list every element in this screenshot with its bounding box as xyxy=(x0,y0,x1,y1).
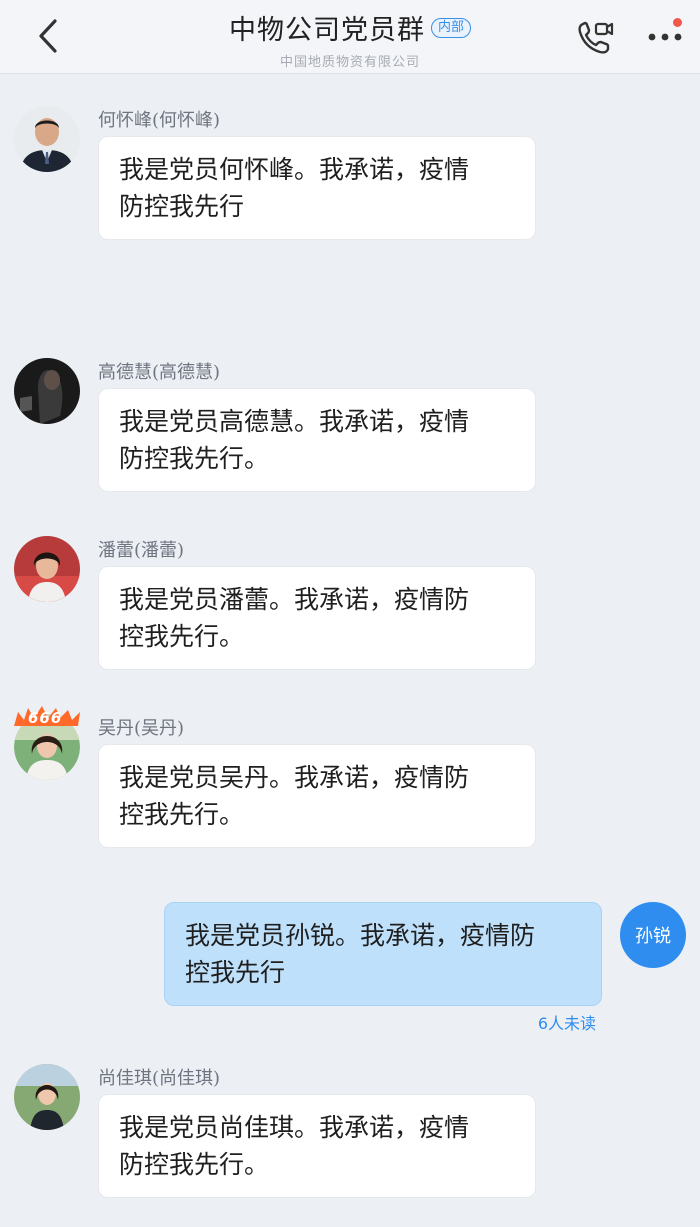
sender-name: 高德慧(高德慧) xyxy=(98,362,221,383)
phone-video-icon xyxy=(578,21,614,54)
self-avatar[interactable]: 孙锐 xyxy=(620,902,686,968)
avatar-badge: 666 xyxy=(12,706,82,728)
avatar[interactable] xyxy=(14,358,80,424)
more-dots-icon xyxy=(648,33,682,41)
message-bubble[interactable]: 我是党员潘蕾。我承诺，疫情防 控我先行。 xyxy=(98,566,536,670)
message-bubble[interactable]: 我是党员高德慧。我承诺，疫情 防控我先行。 xyxy=(98,388,536,492)
message-text: 控我先行。 xyxy=(119,800,245,829)
call-button[interactable] xyxy=(572,16,618,58)
message-text: 我是党员潘蕾。我承诺，疫情防 xyxy=(119,585,470,614)
message-text: 防控我先行。 xyxy=(119,444,270,473)
chat-title: 中物公司党员群 xyxy=(228,15,425,46)
sender-name: 尚佳琪(尚佳琪) xyxy=(98,1068,221,1089)
chat-screen: 中物公司党员群 内部 中国地质物资有限公司 何怀峰(何怀峰) 我是党员何怀峰。我… xyxy=(0,0,700,1227)
message-text: 防控我先行。 xyxy=(119,1150,270,1179)
chat-header: 中物公司党员群 内部 中国地质物资有限公司 xyxy=(0,0,700,74)
message-text: 防控我先行 xyxy=(119,192,245,221)
message-bubble[interactable]: 我是党员何怀峰。我承诺，疫情 防控我先行 xyxy=(98,136,536,240)
sender-name: 潘蕾(潘蕾) xyxy=(98,540,185,561)
message-text: 我是党员吴丹。我承诺，疫情防 xyxy=(119,763,470,792)
message-text: 控我先行 xyxy=(185,958,286,987)
message-bubble[interactable]: 我是党员尚佳琪。我承诺，疫情 防控我先行。 xyxy=(98,1094,536,1198)
notification-dot xyxy=(673,18,682,27)
avatar[interactable] xyxy=(14,1064,80,1130)
avatar[interactable]: 666 xyxy=(14,706,80,780)
message-text: 我是党员孙锐。我承诺，疫情防 xyxy=(185,921,536,950)
avatar[interactable] xyxy=(14,106,80,172)
internal-tag: 内部 xyxy=(430,17,471,38)
message-bubble[interactable]: 我是党员吴丹。我承诺，疫情防 控我先行。 xyxy=(98,744,536,848)
message-text: 我是党员尚佳琪。我承诺，疫情 xyxy=(119,1113,470,1142)
sender-name: 吴丹(吴丹) xyxy=(98,718,185,739)
message-text: 控我先行。 xyxy=(119,622,245,651)
avatar[interactable] xyxy=(14,536,80,602)
message-text: 我是党员高德慧。我承诺，疫情 xyxy=(119,407,470,436)
more-button[interactable] xyxy=(640,16,690,58)
read-status[interactable]: 6人未读 xyxy=(538,1010,596,1034)
self-message-bubble[interactable]: 我是党员孙锐。我承诺，疫情防 控我先行 xyxy=(164,902,602,1006)
message-text: 我是党员何怀峰。我承诺，疫情 xyxy=(119,155,470,184)
sender-name: 何怀峰(何怀峰) xyxy=(98,110,221,131)
